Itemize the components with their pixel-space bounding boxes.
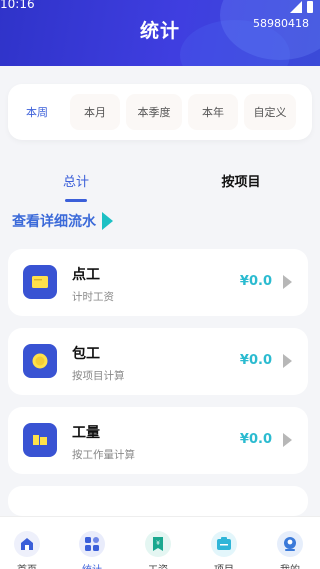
profile-icon [277, 531, 303, 557]
status-icons [290, 0, 320, 17]
chevron-right-icon [283, 433, 292, 447]
item-description: 按工作量计算 [72, 449, 135, 461]
svg-text:¥: ¥ [156, 540, 160, 547]
folder-icon [23, 423, 57, 457]
user-id: 58980418 [253, 17, 309, 30]
item-card-contract[interactable]: 包工 按项目计算 ¥0.0 [8, 328, 308, 395]
bottom-navigation: 首页 统计 ¥ 工资 项目 [0, 516, 320, 569]
tab-by-project[interactable]: 按项目 [191, 171, 291, 190]
nav-home[interactable]: 首页 [0, 517, 59, 569]
item-amount: ¥0.0 [239, 432, 272, 447]
timesheet-icon [23, 265, 57, 299]
period-quarter-button[interactable]: 本季度 [126, 94, 182, 130]
status-time: 10:16 [0, 0, 35, 11]
nav-label: 工资 [126, 561, 190, 569]
period-selector: 本周 本月 本季度 本年 自定义 [8, 84, 312, 140]
item-card-quantity[interactable]: 工量 按工作量计算 ¥0.0 [8, 407, 308, 474]
nav-label: 首页 [0, 561, 59, 569]
view-flow-label: 查看详细流水 [12, 214, 96, 230]
item-card-partial[interactable] [8, 486, 308, 516]
nav-label: 统计 [60, 561, 124, 569]
period-month-button[interactable]: 本月 [70, 94, 120, 130]
coin-icon [23, 344, 57, 378]
project-icon [211, 531, 237, 557]
item-name: 点工 [72, 267, 100, 283]
chevron-right-icon [283, 275, 292, 289]
home-icon [14, 531, 40, 557]
tab-indicator [65, 199, 87, 202]
item-amount: ¥0.0 [239, 274, 272, 289]
item-description: 计时工资 [72, 291, 114, 303]
nav-label: 项目 [192, 561, 256, 569]
nav-project[interactable]: 项目 [192, 517, 256, 569]
item-name: 工量 [72, 425, 100, 441]
header-bar: 10:16 统计 58980418 [0, 0, 320, 66]
wage-icon: ¥ [145, 531, 171, 557]
nav-wage[interactable]: ¥ 工资 [126, 517, 190, 569]
nav-label: 我的 [258, 561, 320, 569]
nav-statistics[interactable]: 统计 [60, 517, 124, 569]
period-week-button[interactable]: 本周 [12, 94, 62, 130]
grid-icon [79, 531, 105, 557]
period-year-button[interactable]: 本年 [188, 94, 238, 130]
item-amount: ¥0.0 [239, 353, 272, 368]
item-description: 按项目计算 [72, 370, 125, 382]
item-card-hourly[interactable]: 点工 计时工资 ¥0.0 [8, 249, 308, 316]
item-name: 包工 [72, 346, 100, 362]
play-arrow-icon [102, 212, 113, 230]
tab-total[interactable]: 总计 [26, 171, 126, 190]
chevron-right-icon [283, 354, 292, 368]
signal-battery-icon [290, 1, 313, 13]
period-custom-button[interactable]: 自定义 [244, 94, 296, 130]
nav-profile[interactable]: 我的 [258, 517, 320, 569]
view-flow-link[interactable]: 查看详细流水 [12, 211, 113, 231]
